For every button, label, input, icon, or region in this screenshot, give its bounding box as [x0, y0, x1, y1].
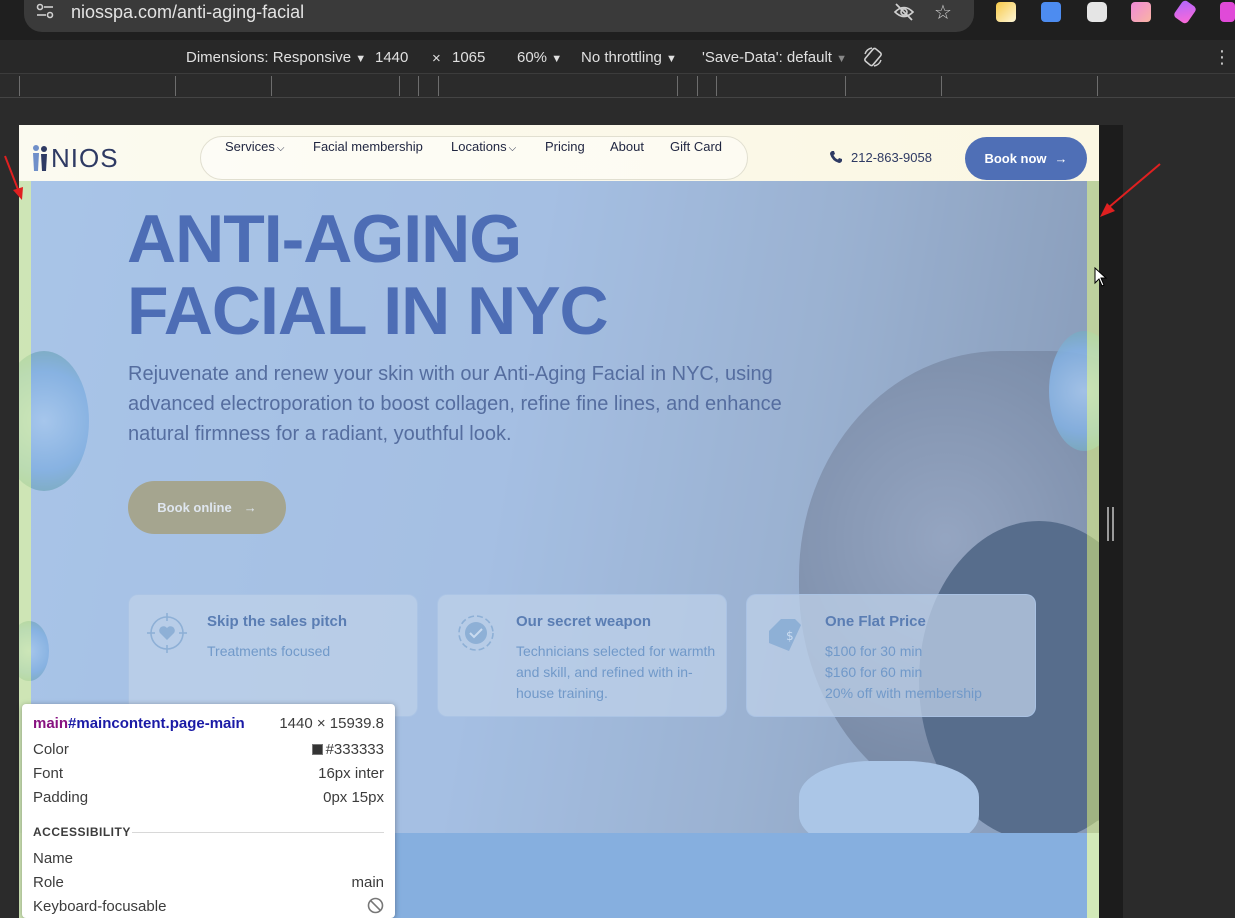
arrow-right-icon: →: [243, 500, 257, 515]
feature-card: Skip the sales pitch Treatments focused: [128, 594, 418, 717]
feature-text: Treatments focused: [207, 643, 331, 659]
nav-locations[interactable]: Locations ⌵: [451, 139, 516, 154]
nav-pricing[interactable]: Pricing: [545, 139, 585, 154]
nav-facial-membership[interactable]: Facial membership: [313, 139, 423, 154]
nav-services[interactable]: Services ⌵: [225, 139, 284, 154]
feature-title: Our secret weapon: [516, 613, 652, 630]
chevron-down-icon: ⌵: [276, 143, 285, 154]
bookmark-star-icon[interactable]: ☆: [934, 0, 952, 25]
tooltip-row-font: Font 16px inter: [33, 765, 384, 782]
tooltip-divider: [132, 832, 384, 833]
nav-gift-card[interactable]: Gift Card: [670, 139, 722, 154]
times-separator: ×: [432, 50, 441, 67]
inspect-padding-right: [1087, 181, 1099, 918]
height-input[interactable]: 1065: [452, 49, 485, 66]
annotation-arrow-right: [1100, 163, 1161, 217]
extension-overflow-icon[interactable]: [1220, 2, 1235, 22]
phone-number[interactable]: 212-863-9058: [851, 150, 932, 165]
book-now-button[interactable]: Book now →: [965, 137, 1087, 180]
tooltip-element-size: 1440 × 15939.8: [279, 715, 384, 732]
more-options-icon[interactable]: ⋮: [1213, 48, 1231, 66]
inspect-tooltip: main#maincontent.page-main 1440 × 15939.…: [22, 704, 395, 918]
not-focusable-icon: [367, 897, 384, 914]
tooltip-element-selector: main#maincontent.page-main: [33, 715, 245, 732]
url-text[interactable]: niosspa.com/anti-aging-facial: [71, 2, 304, 23]
feature-card: $ One Flat Price $100 for 30 min $160 fo…: [746, 594, 1036, 717]
eye-off-icon[interactable]: [893, 2, 915, 22]
site-logo[interactable]: NIOS: [31, 143, 119, 173]
tooltip-row-role: Role main: [33, 874, 384, 891]
feature-text: Technicians selected for warmth and skil…: [516, 643, 716, 701]
save-data-dropdown[interactable]: 'Save-Data': default ▼: [702, 49, 847, 66]
svg-text:$: $: [786, 629, 794, 643]
extension-docs-icon[interactable]: [1041, 2, 1061, 22]
hero-title: ANTI-AGING FACIAL IN NYC: [127, 201, 609, 349]
rotate-icon[interactable]: [862, 46, 884, 68]
tooltip-row-name: Name: [33, 850, 74, 867]
media-query-ruler[interactable]: [0, 74, 1235, 98]
tooltip-accessibility-heading: ACCESSIBILITY: [33, 825, 131, 839]
feature-title: One Flat Price: [825, 613, 926, 630]
throttling-dropdown[interactable]: No throttling ▼: [581, 49, 677, 66]
dimensions-dropdown[interactable]: Dimensions: Responsive ▼: [186, 49, 366, 66]
extension-camera-icon[interactable]: [1087, 2, 1107, 22]
chevron-down-icon: ⌵: [508, 143, 517, 154]
logo-figures-icon: [33, 145, 47, 171]
viewport-resize-handle[interactable]: [1107, 507, 1114, 541]
book-online-button[interactable]: Book online →: [128, 481, 286, 534]
feature-title: Skip the sales pitch: [207, 613, 348, 630]
nav-about[interactable]: About: [610, 139, 644, 154]
device-toolbar: Dimensions: Responsive ▼ 1440 × 1065 60%…: [0, 40, 1235, 74]
tooltip-row-color: Color #333333: [33, 741, 384, 758]
site-header: NIOS Services ⌵ Facial membership Locatio…: [19, 125, 1099, 181]
hero-subtitle: Rejuvenate and renew your skin with our …: [128, 363, 782, 445]
width-input[interactable]: 1440: [375, 49, 408, 66]
zoom-dropdown[interactable]: 60% ▼: [517, 49, 562, 66]
badge-check-icon: [458, 615, 494, 651]
heart-target-icon: [147, 613, 187, 653]
phone-icon: [830, 151, 842, 163]
arrow-right-icon: →: [1054, 151, 1068, 166]
tooltip-row-padding: Padding 0px 15px: [33, 789, 384, 806]
feature-card: Our secret weapon Technicians selected f…: [437, 594, 727, 717]
mouse-cursor-icon: [1094, 267, 1108, 287]
feature-text: $100 for 30 min $160 for 60 min 20% off …: [825, 643, 982, 701]
extension-gradient-icon[interactable]: [1131, 2, 1151, 22]
extension-notes-icon[interactable]: [996, 2, 1016, 22]
tooltip-row-keyboard-focusable: Keyboard-focusable: [33, 898, 167, 915]
color-swatch: [311, 744, 323, 755]
price-tag-icon: $: [769, 619, 801, 651]
annotation-arrow-left: [4, 155, 23, 200]
site-info-icon[interactable]: [36, 3, 54, 19]
